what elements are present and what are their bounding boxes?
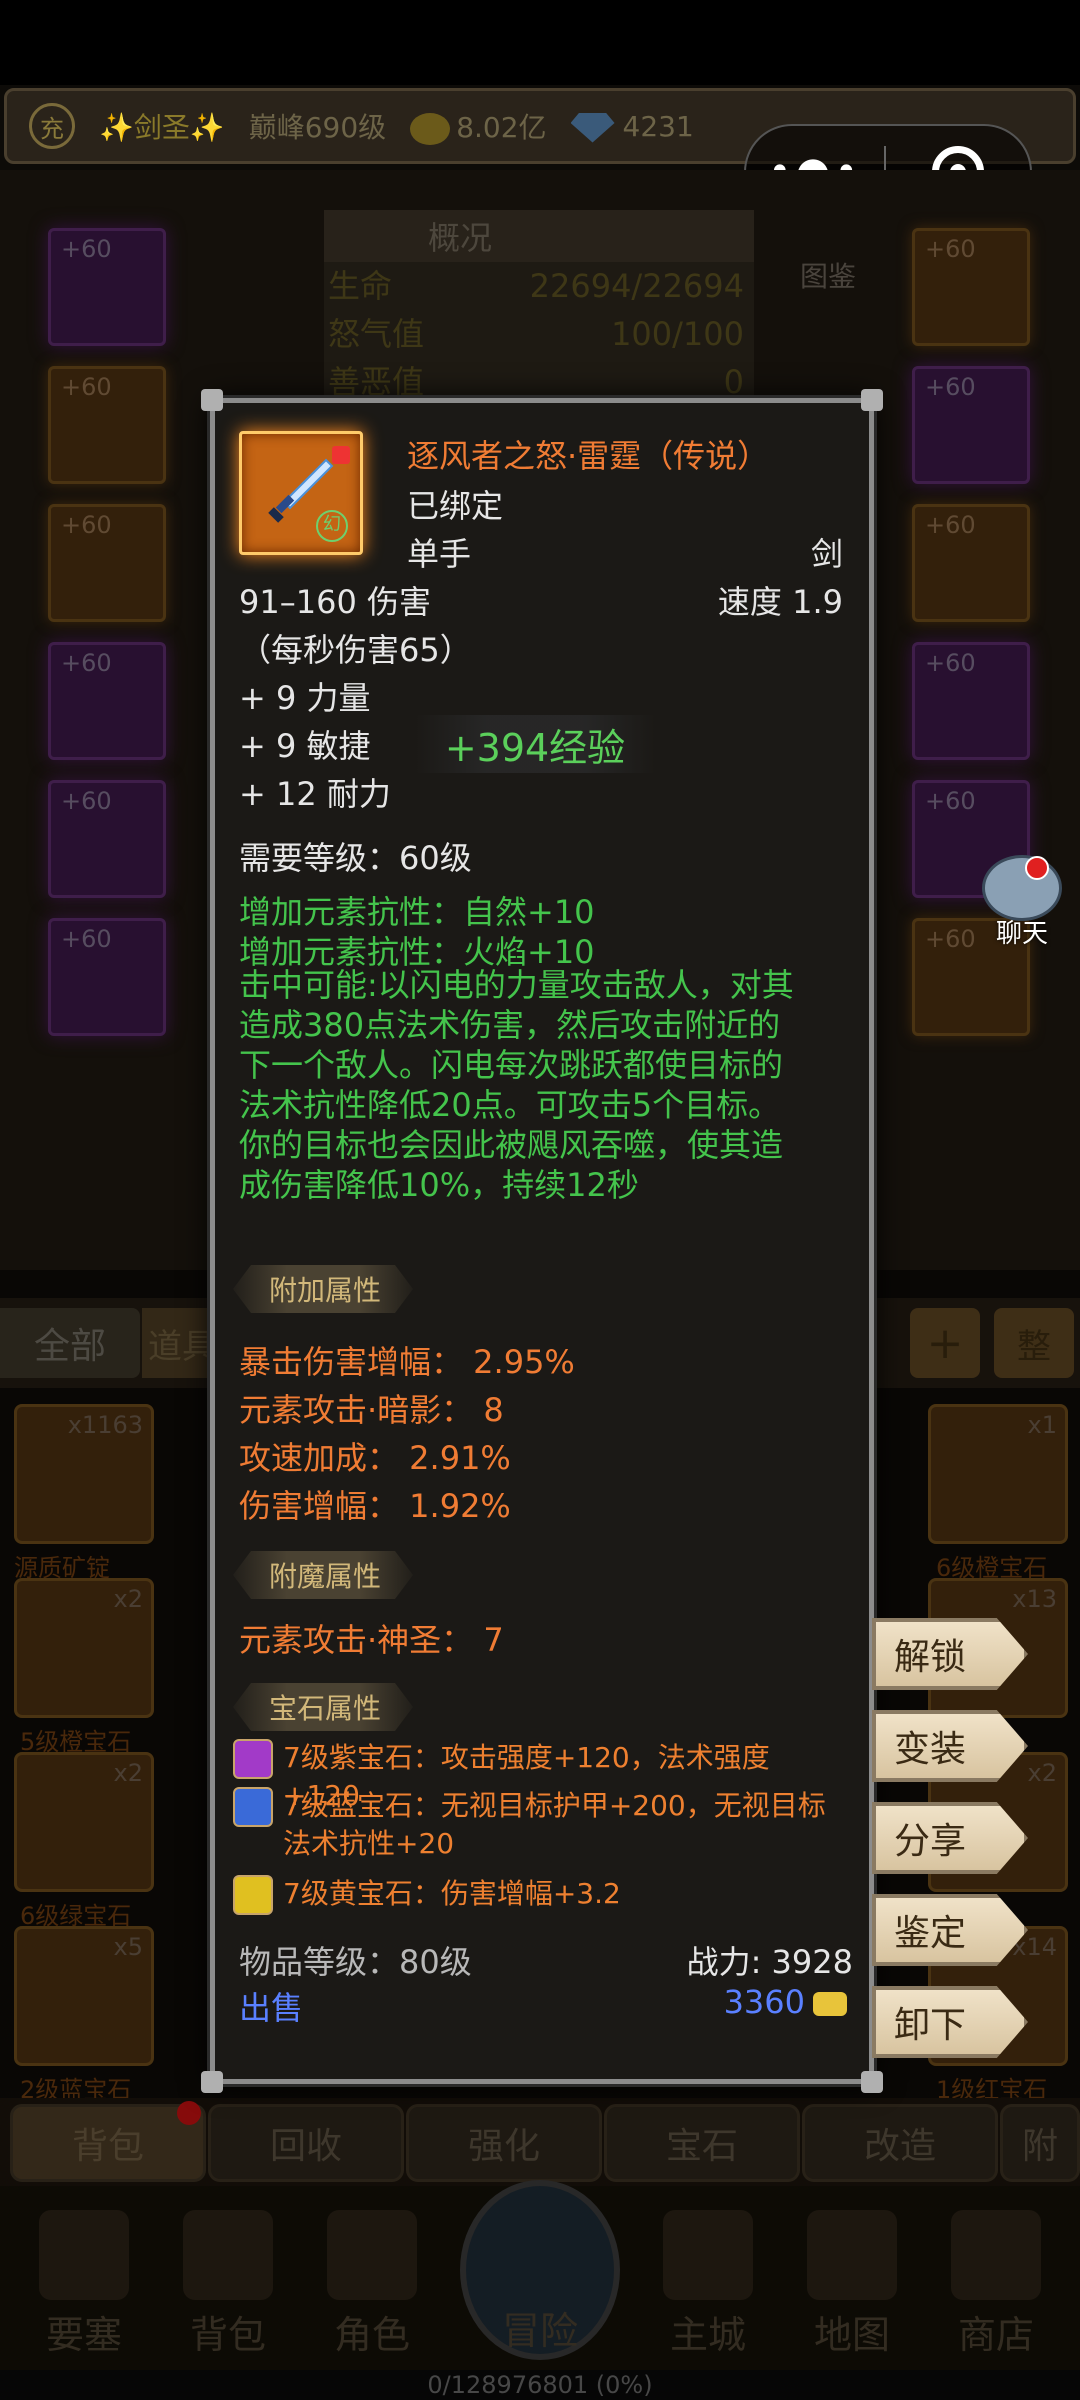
- extra-attr: 伤害增幅： 1.92%: [239, 1487, 511, 1525]
- unlock-button[interactable]: 解锁: [872, 1618, 1028, 1690]
- bound-status: 已绑定: [407, 487, 504, 525]
- diamond-amount: 4231: [570, 109, 694, 143]
- blue-gem-icon: [233, 1787, 273, 1827]
- gold-icon: [813, 1992, 847, 2016]
- item-name: 逐风者之怒·雷霆（传说）: [407, 437, 770, 475]
- gem-attr: 7级蓝宝石：无视目标护甲+200，无视目标法术抗性+20: [283, 1789, 826, 1860]
- stat-line: + 12 耐力: [239, 775, 391, 813]
- section-gems: 宝石属性: [233, 1683, 413, 1731]
- enchant-attr: 元素攻击·神圣： 7: [239, 1621, 504, 1659]
- extra-attr: 元素攻击·暗影： 8: [239, 1391, 504, 1429]
- recharge-badge[interactable]: 充: [29, 103, 75, 149]
- item-tooltip: 幻 逐风者之怒·雷霆（传说） 已绑定 单手 剑 91–160 伤害 速度 1.9…: [201, 389, 883, 2093]
- diamond-icon: [570, 112, 615, 143]
- stat-line: + 9 敏捷: [239, 727, 371, 765]
- dps: （每秒伤害65）: [239, 631, 472, 669]
- item-level: 物品等级：80级: [239, 1943, 472, 1981]
- notification-dot: [1025, 856, 1049, 880]
- combat-power: 战力: 3928: [686, 1943, 853, 1981]
- item-icon: 幻: [239, 431, 363, 555]
- section-enchant: 附魔属性: [233, 1551, 413, 1599]
- hand-type: 单手: [407, 535, 472, 573]
- frame-corner: [201, 2071, 223, 2093]
- extra-attr: 攻速加成： 2.91%: [239, 1439, 511, 1477]
- transmog-button[interactable]: 变装: [872, 1710, 1028, 1782]
- weapon-type: 剑: [810, 535, 843, 573]
- xp-gain-popup: +394经验: [415, 715, 655, 773]
- diamond-value: 4231: [622, 109, 694, 143]
- illusion-icon: 幻: [316, 510, 348, 542]
- proc-description: 击中可能:以闪电的力量攻击敌人，对其造成380点法术伤害，然后攻击附近的下一个敌…: [239, 966, 794, 1204]
- section-extra: 附加属性: [233, 1265, 413, 1313]
- damage-range: 91–160 伤害: [239, 583, 431, 621]
- chat-button[interactable]: 聊天: [970, 855, 1074, 965]
- attack-speed: 速度 1.9: [717, 583, 843, 621]
- extra-attr: 暴击伤害增幅： 2.95%: [239, 1343, 575, 1381]
- stat-line: + 9 力量: [239, 679, 371, 717]
- frame-corner: [861, 2071, 883, 2093]
- yellow-gem-icon: [233, 1875, 273, 1915]
- gold-icon: [410, 113, 451, 145]
- top-black-strip: [0, 0, 1080, 85]
- unequip-button[interactable]: 卸下: [872, 1986, 1028, 2058]
- peak-level: 巅峰690级: [248, 111, 387, 144]
- required-level: 需要等级：60级: [239, 839, 472, 877]
- player-title: ✨剑圣✨: [99, 111, 225, 144]
- gold-value: 8.02亿: [456, 111, 547, 144]
- gold-amount: 8.02亿: [410, 106, 547, 146]
- chat-bubble-icon: [982, 855, 1062, 921]
- appraise-button[interactable]: 鉴定: [872, 1894, 1028, 1966]
- price-value: 3360: [723, 1983, 805, 2021]
- frame-corner: [201, 389, 223, 411]
- purple-gem-icon: [233, 1739, 273, 1779]
- gem-attr: 7级黄宝石：伤害增幅+3.2: [283, 1877, 621, 1910]
- share-button[interactable]: 分享: [872, 1802, 1028, 1874]
- lock-icon: [332, 446, 350, 464]
- frame-corner: [861, 389, 883, 411]
- sell-price: 3360: [724, 1983, 847, 2021]
- sell-button[interactable]: 出售: [239, 1983, 303, 2029]
